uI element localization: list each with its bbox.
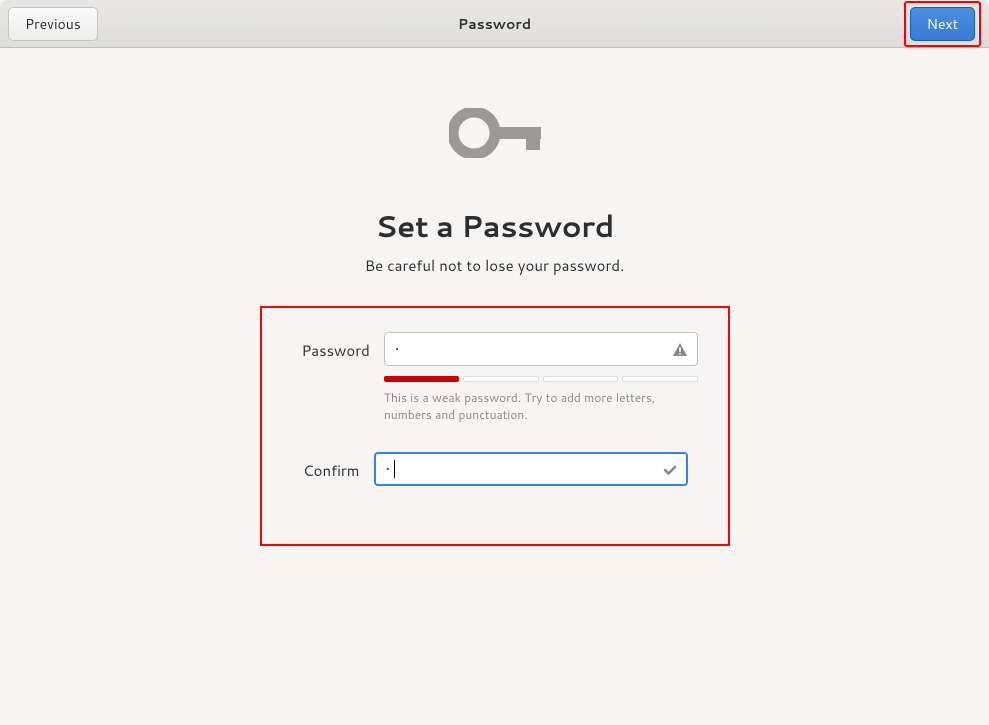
next-button-highlight: Next [904, 1, 981, 47]
text-cursor [394, 460, 395, 478]
page-heading: Set a Password [375, 204, 614, 247]
strength-segment-4 [622, 376, 698, 382]
checkmark-icon [662, 461, 678, 477]
page-subtitle: Be careful not to lose your password. [365, 255, 625, 276]
form-area-highlight: Password [260, 306, 730, 546]
strength-segment-1 [384, 376, 460, 382]
previous-button[interactable]: Previous [8, 7, 98, 41]
password-row: Password [302, 332, 688, 424]
window: Previous Password Next Set a Password Be… [0, 0, 989, 725]
password-input-wrapper [384, 332, 698, 366]
next-button[interactable]: Next [910, 7, 975, 41]
password-hint: This is a weak password. Try to add more… [384, 390, 698, 424]
password-field-container: This is a weak password. Try to add more… [384, 332, 698, 424]
window-title: Password [458, 14, 531, 34]
strength-segment-2 [463, 376, 539, 382]
confirm-input-wrapper [374, 452, 688, 486]
confirm-input[interactable] [374, 452, 688, 486]
password-input[interactable] [384, 332, 698, 366]
confirm-row: Confirm [302, 452, 688, 486]
confirm-field-container [374, 452, 688, 486]
confirm-label: Confirm [302, 452, 374, 481]
titlebar: Previous Password Next [0, 0, 989, 48]
password-strength-meter [384, 376, 698, 382]
warning-icon [672, 341, 688, 357]
content-area: Set a Password Be careful not to lose yo… [0, 48, 989, 546]
key-icon [449, 108, 541, 164]
password-label: Password [302, 332, 384, 361]
strength-segment-3 [543, 376, 619, 382]
